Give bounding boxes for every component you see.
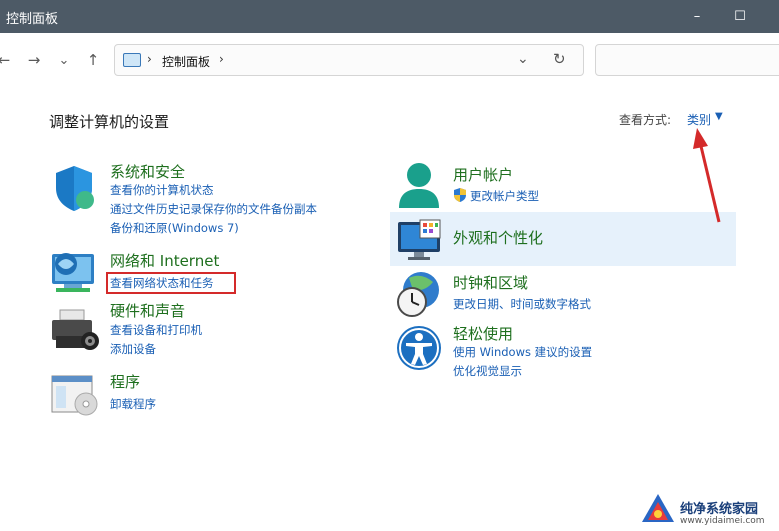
category-user-accounts[interactable]: 用户帐户 (453, 164, 513, 185)
category-programs[interactable]: 程序 (110, 371, 140, 392)
annotation-highlight-box (106, 272, 236, 294)
window-title: 控制面板 (6, 12, 59, 27)
minimize-button[interactable]: – (683, 4, 711, 28)
breadcrumb-separator[interactable]: › (219, 52, 224, 66)
programs-icon (51, 375, 98, 416)
uac-shield-icon (454, 188, 466, 202)
maximize-button[interactable]: ☐ (726, 4, 754, 28)
category-system-security[interactable]: 系统和安全 (110, 161, 185, 182)
link-view-devices-printers[interactable]: 查看设备和打印机 (110, 322, 202, 338)
monitor-icon (398, 219, 441, 260)
back-icon[interactable]: ← (0, 49, 14, 71)
address-dropdown-icon[interactable]: ⌄ (517, 51, 529, 67)
address-bar[interactable]: › 控制面板 › ⌄ ↻ (114, 44, 584, 76)
category-hardware-sound[interactable]: 硬件和声音 (110, 300, 185, 321)
shield-icon (56, 166, 94, 211)
clock-icon (397, 272, 439, 317)
category-network-internet[interactable]: 网络和 Internet (110, 250, 219, 271)
forward-icon[interactable]: → (24, 49, 44, 71)
category-appearance-personalization[interactable]: 外观和个性化 (453, 227, 543, 248)
watermark-logo-icon (642, 494, 674, 522)
watermark-name: 纯净系统家园 (680, 502, 759, 517)
recent-locations-icon[interactable]: ⌄ (54, 49, 74, 71)
breadcrumb-control-panel[interactable]: 控制面板 (162, 53, 210, 70)
view-by-caret-icon[interactable]: ▼ (715, 111, 723, 122)
up-icon[interactable]: ↑ (83, 49, 103, 71)
link-backup-restore[interactable]: 备份和还原(Windows 7) (110, 220, 239, 236)
breadcrumb-separator: › (147, 52, 152, 66)
refresh-icon[interactable]: ↻ (553, 50, 566, 68)
link-change-account-type[interactable]: 更改帐户类型 (470, 188, 539, 204)
printer-icon (52, 309, 99, 350)
link-view-computer-status[interactable]: 查看你的计算机状态 (110, 182, 214, 198)
link-file-history-backup[interactable]: 通过文件历史记录保存你的文件备份副本 (110, 201, 317, 217)
link-change-date-time-format[interactable]: 更改日期、时间或数字格式 (453, 296, 591, 312)
navigation-bar: ← → ⌄ ↑ › 控制面板 › ⌄ ↻ (0, 33, 779, 87)
link-optimize-visual-display[interactable]: 优化视觉显示 (453, 363, 522, 379)
link-add-device[interactable]: 添加设备 (110, 341, 156, 357)
search-input[interactable] (595, 44, 779, 76)
network-icon (52, 253, 94, 292)
view-by-dropdown[interactable]: 类别 (687, 111, 711, 128)
link-recommended-settings[interactable]: 使用 Windows 建议的设置 (453, 344, 592, 360)
category-ease-of-access[interactable]: 轻松使用 (453, 323, 513, 344)
accessibility-icon (397, 326, 441, 370)
title-bar: 控制面板 – ☐ (0, 0, 779, 33)
view-by-label: 查看方式: (619, 113, 672, 127)
watermark: 纯净系统家园 www.yidaimei.com (640, 490, 779, 531)
control-panel-icon (123, 53, 141, 67)
page-title: 调整计算机的设置 (49, 113, 170, 131)
category-clock-region[interactable]: 时钟和区域 (453, 272, 528, 293)
user-icon (399, 163, 439, 208)
watermark-url: www.yidaimei.com (680, 516, 765, 526)
link-uninstall-program[interactable]: 卸载程序 (110, 396, 156, 412)
